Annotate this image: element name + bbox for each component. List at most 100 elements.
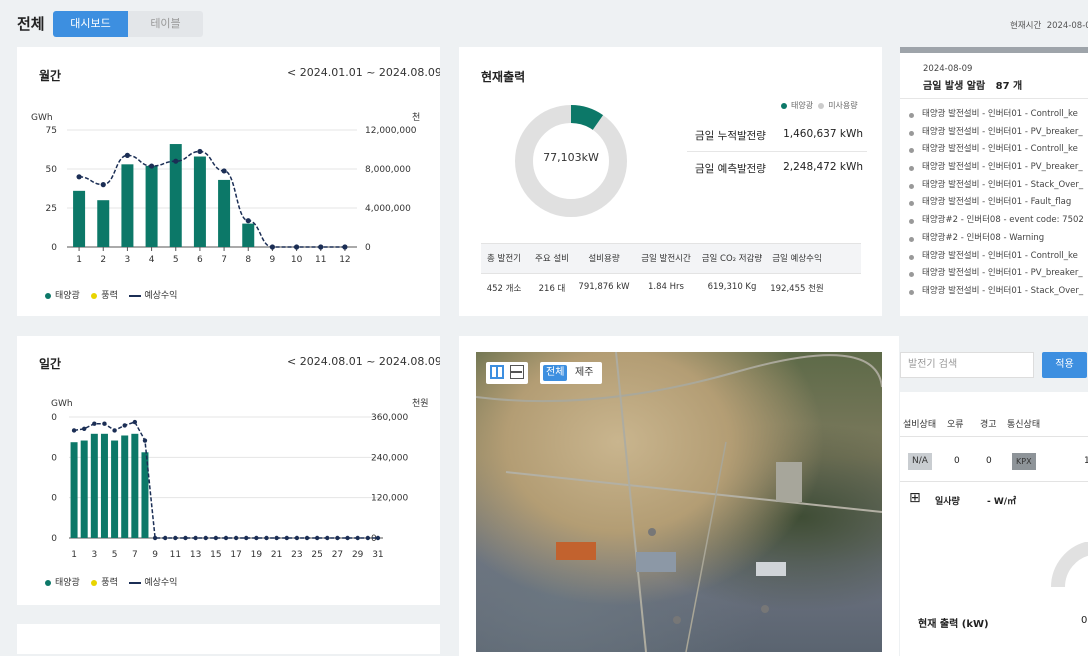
point-revenue bbox=[345, 535, 350, 541]
x-tick-label: 13 bbox=[190, 550, 201, 560]
legend-wind[interactable]: 풍력 bbox=[91, 578, 118, 588]
bar-solar bbox=[131, 433, 139, 538]
x-tick-label: 3 bbox=[125, 255, 131, 265]
alarm-item[interactable]: 태양광 발전설비 - 인버터01 - Stack_Over_ bbox=[900, 177, 1088, 195]
x-tick-label: 25 bbox=[311, 550, 322, 560]
alarm-item[interactable]: 태양광#2 - 인버터08 - event code: 7502 bbox=[900, 212, 1088, 230]
point-revenue bbox=[81, 426, 87, 431]
alarm-item[interactable]: 태양광 발전설비 - 인버터01 - PV_breaker_ bbox=[900, 265, 1088, 283]
point-revenue bbox=[314, 535, 320, 541]
point-revenue bbox=[233, 535, 239, 541]
point-revenue bbox=[365, 535, 371, 541]
status-panel: 설비상태 오류 경고 통신상태 N/A 0 0 KPX 1 ⊞ 일사량 - W/… bbox=[900, 392, 1088, 656]
point-revenue bbox=[244, 535, 249, 541]
line-revenue bbox=[79, 150, 345, 248]
alarm-item[interactable]: 태양광 발전설비 - 인버터01 - Controll_ke bbox=[900, 248, 1088, 266]
bottom-card bbox=[17, 624, 440, 654]
point-revenue bbox=[269, 244, 276, 250]
x-tick-label: 10 bbox=[291, 255, 303, 265]
tab-dashboard[interactable]: 대시보드 bbox=[53, 11, 128, 37]
x-tick-label: 8 bbox=[245, 255, 251, 265]
monthly-chart: GWh 천75 12,000,00050 8,000,00025 4,000,0000 0… bbox=[31, 112, 420, 265]
point-revenue bbox=[152, 535, 158, 541]
alarm-item[interactable]: 태양광 발전설비 - 인버터01 - Fault_flag bbox=[900, 194, 1088, 212]
point-revenue bbox=[92, 421, 97, 426]
x-tick-label: 27 bbox=[332, 550, 343, 560]
x-tick-label: 7 bbox=[221, 255, 227, 265]
alarm-list[interactable]: 태양광 발전설비 - 인버터01 - Controll_ke 태양광 발전설비 -… bbox=[900, 106, 1088, 301]
y-tick-label: 50 bbox=[46, 165, 58, 175]
x-tick-label: 9 bbox=[270, 255, 276, 265]
legend-solar[interactable]: 태양광 bbox=[45, 291, 80, 301]
alarm-item[interactable]: 태양광 발전설비 - 인버터01 - Stack_Over_ bbox=[900, 283, 1088, 301]
x-tick-label: 9 bbox=[152, 550, 158, 560]
legend-revenue[interactable]: 예상수익 bbox=[129, 291, 177, 301]
grid-icon: ⊞ bbox=[909, 490, 921, 506]
point-revenue bbox=[76, 174, 82, 180]
alarm-item[interactable]: 태양광#2 - 인버터08 - Warning bbox=[900, 230, 1088, 248]
y-axis-label-left: GWh bbox=[51, 399, 73, 409]
point-revenue bbox=[173, 158, 179, 164]
x-tick-label: 6 bbox=[197, 255, 203, 265]
alarm-item[interactable]: 태양광 발전설비 - 인버터01 - Controll_ke bbox=[900, 106, 1088, 124]
monthly-title: 월간 bbox=[39, 69, 62, 83]
satellite-map[interactable]: 전체 제주 bbox=[476, 352, 882, 652]
alarm-title: 금일 발생 알람 87 개 bbox=[923, 81, 1023, 92]
alarm-item[interactable]: 태양광 발전설비 - 인버터01 - PV_breaker_ bbox=[900, 159, 1088, 177]
apply-button[interactable]: 적용 bbox=[1042, 352, 1087, 378]
monthly-range[interactable]: < 2024.01.01 ~ 2024.08.09 bbox=[287, 66, 440, 79]
point-revenue bbox=[213, 535, 219, 541]
x-tick-label: 5 bbox=[112, 550, 118, 560]
region-filter[interactable]: 전체 제주 bbox=[540, 362, 602, 384]
map-card: 전체 제주 bbox=[459, 336, 899, 656]
filter-all[interactable]: 전체 bbox=[543, 365, 568, 381]
slice-solar bbox=[570, 105, 604, 131]
daily-range[interactable]: < 2024.08.01 ~ 2024.08.09 bbox=[287, 355, 440, 368]
bar-solar bbox=[193, 156, 206, 247]
daily-chart: GWh 천원0 360,0000 240,0000 120,0000 01 3 5 7 9 11 13… bbox=[51, 398, 429, 560]
y2-tick-label: 12,000,000 bbox=[365, 126, 417, 136]
stacked-view-icon[interactable] bbox=[510, 365, 524, 379]
monthly-card: 월간 < 2024.01.01 ~ 2024.08.09 GWh 천 75 12,00… bbox=[17, 47, 440, 316]
y-tick-label: 0 bbox=[51, 534, 57, 544]
x-tick-label: 31 bbox=[372, 550, 383, 560]
filter-jeju[interactable]: 제주 bbox=[575, 365, 593, 381]
alarm-date: 2024-08-09 bbox=[923, 64, 973, 74]
layout-toggle[interactable] bbox=[486, 362, 528, 384]
x-tick-label: 21 bbox=[271, 550, 282, 560]
bar-solar bbox=[73, 190, 86, 247]
point-revenue bbox=[325, 535, 330, 541]
point-revenue bbox=[197, 148, 203, 155]
split-view-icon[interactable] bbox=[490, 365, 504, 379]
status-row[interactable]: N/A 0 0 KPX 1 bbox=[900, 437, 1088, 482]
tab-table[interactable]: 테이블 bbox=[128, 11, 203, 37]
donut-center-value: 77,103kW bbox=[543, 151, 599, 164]
bar-solar bbox=[70, 442, 78, 538]
output-legend: 태양광 미사용량 bbox=[781, 100, 858, 111]
point-revenue bbox=[183, 535, 188, 541]
generator-search-input[interactable]: 발전기 검색 bbox=[900, 352, 1034, 378]
line-revenue bbox=[73, 421, 378, 539]
legend-wind[interactable]: 풍력 bbox=[91, 291, 118, 301]
alarm-item[interactable]: 태양광 발전설비 - 인버터01 - PV_breaker_ bbox=[900, 124, 1088, 142]
bar-solar bbox=[80, 440, 88, 538]
y-tick-label: 0 bbox=[51, 494, 57, 504]
point-revenue bbox=[254, 535, 259, 541]
y2-tick-label: 8,000,000 bbox=[365, 165, 411, 175]
y-tick-label: 0 bbox=[51, 453, 57, 463]
legend-revenue[interactable]: 예상수익 bbox=[129, 578, 177, 588]
bar-solar bbox=[121, 164, 134, 247]
x-tick-label: 29 bbox=[352, 550, 364, 560]
x-tick-label: 17 bbox=[230, 550, 241, 560]
point-revenue bbox=[221, 168, 227, 174]
point-revenue bbox=[193, 535, 198, 541]
bar-solar bbox=[145, 165, 158, 247]
point-revenue bbox=[124, 152, 131, 158]
point-revenue bbox=[264, 535, 269, 541]
current-output-row: 현재 출력 (kW) 0 bbox=[918, 615, 1088, 630]
point-revenue bbox=[100, 182, 106, 188]
point-revenue bbox=[173, 535, 178, 541]
alarm-item[interactable]: 태양광 발전설비 - 인버터01 - Controll_ke bbox=[900, 141, 1088, 159]
output-card: 현재출력 77,103kW 태양광 미사용량 금일 누적발전량 1,460,63… bbox=[459, 47, 882, 316]
legend-solar[interactable]: 태양광 bbox=[45, 578, 80, 588]
